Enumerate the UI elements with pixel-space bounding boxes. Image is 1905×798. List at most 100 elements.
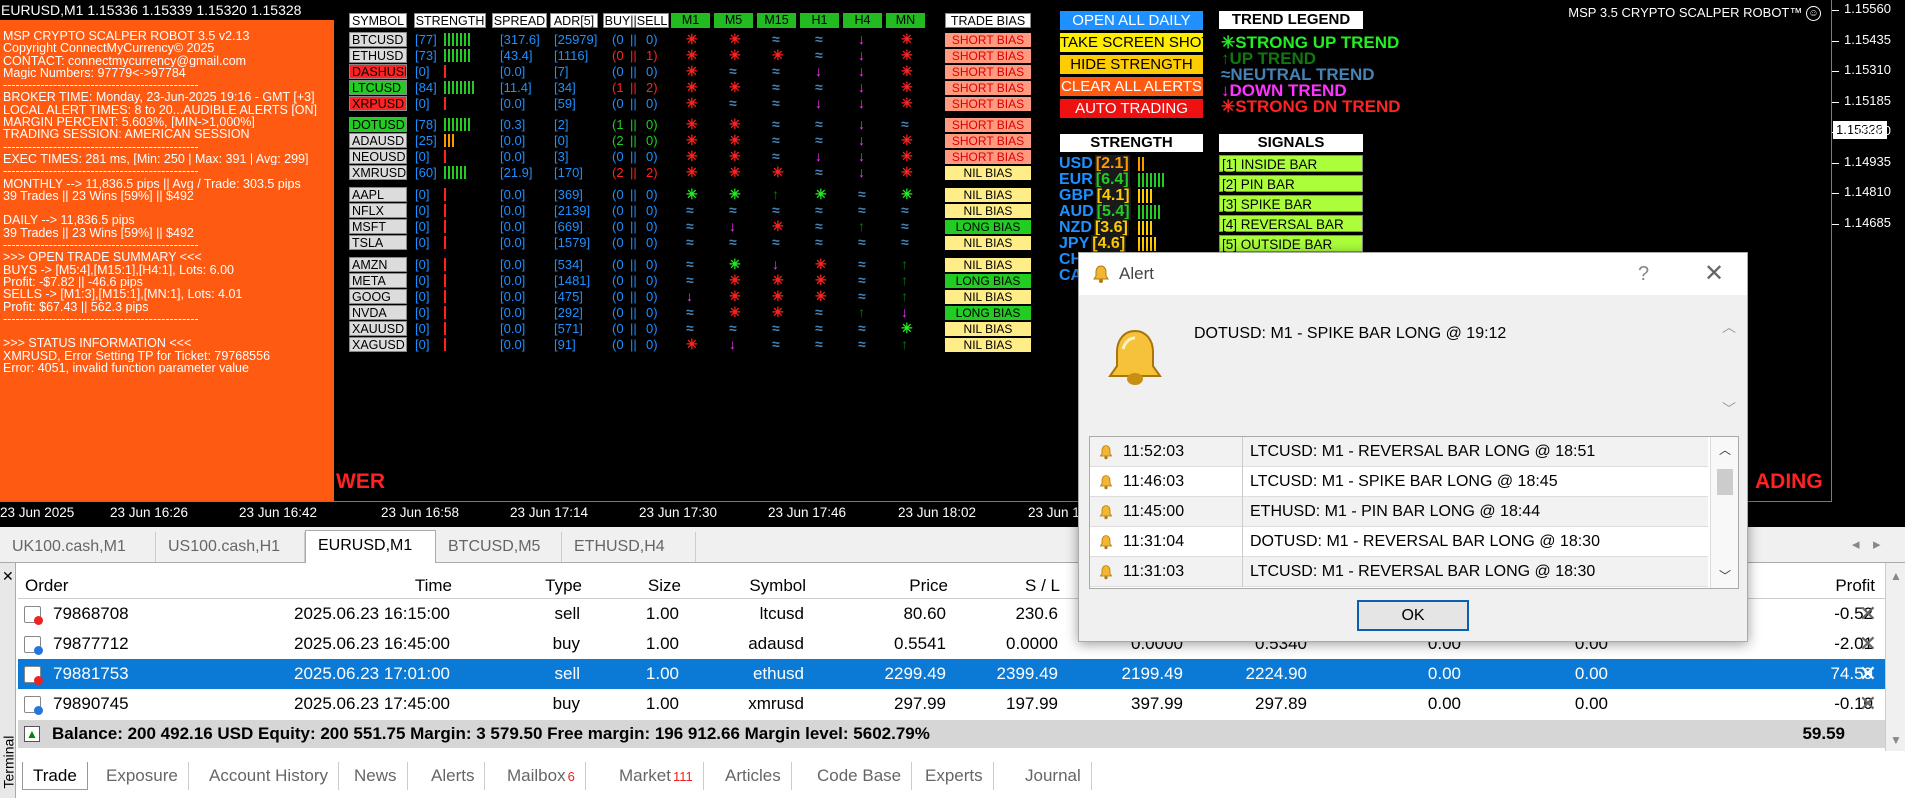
currency-strength-bar <box>1158 205 1160 219</box>
asterisk-green-icon: ✳ <box>729 256 741 272</box>
terminal-tab[interactable]: Exposure <box>96 762 189 790</box>
strength-title: STRENGTH <box>1060 134 1203 152</box>
strength-bar-segment <box>456 166 458 179</box>
close-icon[interactable]: ✕ <box>2 568 14 585</box>
symbol-cell[interactable]: AAPL <box>349 187 407 202</box>
symbol-cell[interactable]: ADAUSD <box>349 133 407 148</box>
terminal-tab[interactable]: Account History <box>199 762 340 790</box>
alert-dialog[interactable]: Alert ? ✕ DOTUSD: M1 - SPIKE BAR LONG @ … <box>1078 252 1748 642</box>
alert-history-row[interactable]: 11:45:00 ETHUSD: M1 - PIN BAR LONG @ 18:4… <box>1090 497 1708 527</box>
scroll-up-icon[interactable]: ▲ <box>1890 569 1902 583</box>
close-icon[interactable]: ✕ <box>1859 599 1877 629</box>
chart-tab[interactable]: BTCUSD,M5 <box>436 532 562 562</box>
symbol-cell[interactable]: NVDA <box>349 305 407 320</box>
alert-history-row[interactable]: 11:46:03 LTCUSD: M1 - SPIKE BAR LONG @ 18… <box>1090 467 1708 497</box>
symbol-cell[interactable]: DOTUSD <box>349 117 407 132</box>
buy-count: (0 <box>612 321 624 336</box>
symbol-cell[interactable]: XAGUSD <box>349 337 407 352</box>
control-button-hide-strength[interactable]: HIDE STRENGTH <box>1060 55 1203 74</box>
terminal-tab[interactable]: Market 111 <box>609 762 704 790</box>
terminal-tab[interactable]: Trade <box>22 762 88 790</box>
scroll-up-icon[interactable]: ︿ <box>1719 441 1731 458</box>
trade-cell-order: 79881753 <box>53 664 129 683</box>
symbol-cell[interactable]: ETHUSD <box>349 48 407 63</box>
terminal-tab[interactable]: Journal <box>1015 762 1092 790</box>
trade-row[interactable]: 79881753 2025.06.23 17:01:00 sell 1.00 ethus… <box>18 659 1885 689</box>
spread-value: [43.4] <box>500 48 533 63</box>
terminal-scrollbar[interactable]: ▲ ▼ <box>1885 563 1905 751</box>
balance-row: ▲ Balance: 200 492.16 USD Equity: 200 55… <box>18 720 1885 748</box>
ok-button[interactable]: OK <box>1357 600 1469 631</box>
price-tick-mark <box>1832 10 1839 11</box>
chart-tab[interactable]: UK100.cash,M1 <box>0 532 156 562</box>
help-icon[interactable]: ? <box>1638 253 1649 295</box>
scroll-down-icon[interactable]: ﹀ <box>1719 567 1731 584</box>
terminal-tab[interactable]: News <box>344 762 408 790</box>
spread-value: [0.0] <box>500 305 526 320</box>
asterisk-red-icon: ✳ <box>686 79 698 95</box>
close-icon[interactable]: ✕ <box>1859 629 1877 659</box>
column-header[interactable]: Type <box>545 574 582 598</box>
close-icon[interactable]: ✕ <box>1704 253 1724 295</box>
scroll-thumb[interactable] <box>1717 469 1733 495</box>
close-icon[interactable]: ✕ <box>1859 689 1877 719</box>
column-header[interactable]: Size <box>648 574 681 598</box>
terminal-tab[interactable]: Code Base <box>807 762 913 790</box>
alert-history-row[interactable]: 11:31:03 LTCUSD: M1 - REVERSAL BAR LONG @… <box>1090 557 1708 587</box>
symbol-cell[interactable]: DASHUSD <box>349 64 407 79</box>
column-header[interactable]: Order <box>25 574 68 598</box>
symbol-cell[interactable]: XMRUSD <box>349 165 407 180</box>
wave-icon: ≈ <box>815 47 823 63</box>
symbol-cell[interactable]: LTCUSD <box>349 80 407 95</box>
symbol-cell[interactable]: MSFT <box>349 219 407 234</box>
currency-strength-bar <box>1142 173 1144 187</box>
adr-value: [2139] <box>554 203 591 218</box>
trade-bias-badge: NIL BIAS <box>945 322 1031 336</box>
chart-tab[interactable]: ETHUSD,H4 <box>562 532 696 562</box>
column-header[interactable]: Time <box>415 574 452 598</box>
column-header[interactable]: Profit <box>1835 574 1875 598</box>
terminal-tab[interactable]: Alerts <box>421 762 486 790</box>
history-scrollbar[interactable]: ︿ ﹀ <box>1710 437 1738 588</box>
column-header[interactable]: S / L <box>1025 574 1060 598</box>
trade-bias-badge: LONG BIAS <box>945 220 1031 234</box>
symbol-cell[interactable]: XAUUSD <box>349 321 407 336</box>
symbol-cell[interactable]: GOOG <box>349 289 407 304</box>
alert-history-row[interactable]: 11:52:03 LTCUSD: M1 - REVERSAL BAR LONG @… <box>1090 437 1708 467</box>
control-button-open-all-daily[interactable]: OPEN ALL DAILY <box>1060 11 1203 30</box>
trade-row[interactable]: 79890745 2025.06.23 17:45:00 buy 1.00 xmrusd… <box>18 689 1885 719</box>
symbol-cell[interactable]: NEOUSD <box>349 149 407 164</box>
terminal-tab[interactable]: Articles <box>715 762 792 790</box>
alert-title: Alert <box>1119 264 1154 283</box>
terminal-tab[interactable]: Mailbox 6 <box>497 762 586 790</box>
control-button-clear-all-alerts[interactable]: CLEAR ALL ALERTS <box>1060 77 1203 96</box>
robot-panel-line: CONTACT: connectmycurrency@gmail.com <box>3 54 247 67</box>
close-icon[interactable]: ✕ <box>1859 659 1877 689</box>
trade-bias-badge: SHORT BIAS <box>945 33 1031 47</box>
terminal-tab[interactable]: Experts <box>915 762 994 790</box>
spread-value: [0.0] <box>500 96 526 111</box>
strength-bar-segment <box>456 49 458 62</box>
symbol-cell[interactable]: NFLX <box>349 203 407 218</box>
scroll-down-icon[interactable]: ▼ <box>1890 733 1902 747</box>
control-button-take-screen-shot[interactable]: TAKE SCREEN SHOT <box>1060 33 1203 52</box>
tab-prev-icon[interactable]: ◂ <box>1852 535 1860 553</box>
currency-strength-bar <box>1158 173 1160 187</box>
buy-sell-separator: || <box>630 305 637 320</box>
buy-sell-separator: || <box>630 149 637 164</box>
column-header[interactable]: Symbol <box>749 574 806 598</box>
control-button-auto-trading[interactable]: AUTO TRADING <box>1060 99 1203 118</box>
robot-panel-line: Copyright ConnectMyCurrency© 2025 <box>3 42 215 55</box>
symbol-cell[interactable]: BTCUSD <box>349 32 407 47</box>
symbol-cell[interactable]: TSLA <box>349 235 407 250</box>
symbol-cell[interactable]: META <box>349 273 407 288</box>
chart-tab[interactable]: EURUSD,M1 <box>305 530 436 563</box>
column-header[interactable]: Price <box>909 574 948 598</box>
message-scrollbar[interactable]: ︿ ﹀ <box>1719 311 1739 423</box>
tab-next-icon[interactable]: ▸ <box>1873 535 1881 553</box>
symbol-cell[interactable]: XRPUSD <box>349 96 407 111</box>
tab-badge: 111 <box>672 769 693 784</box>
chart-tab[interactable]: US100.cash,H1 <box>156 532 305 562</box>
alert-history-row[interactable]: 11:31:04 DOTUSD: M1 - REVERSAL BAR LONG @… <box>1090 527 1708 557</box>
symbol-cell[interactable]: AMZN <box>349 257 407 272</box>
